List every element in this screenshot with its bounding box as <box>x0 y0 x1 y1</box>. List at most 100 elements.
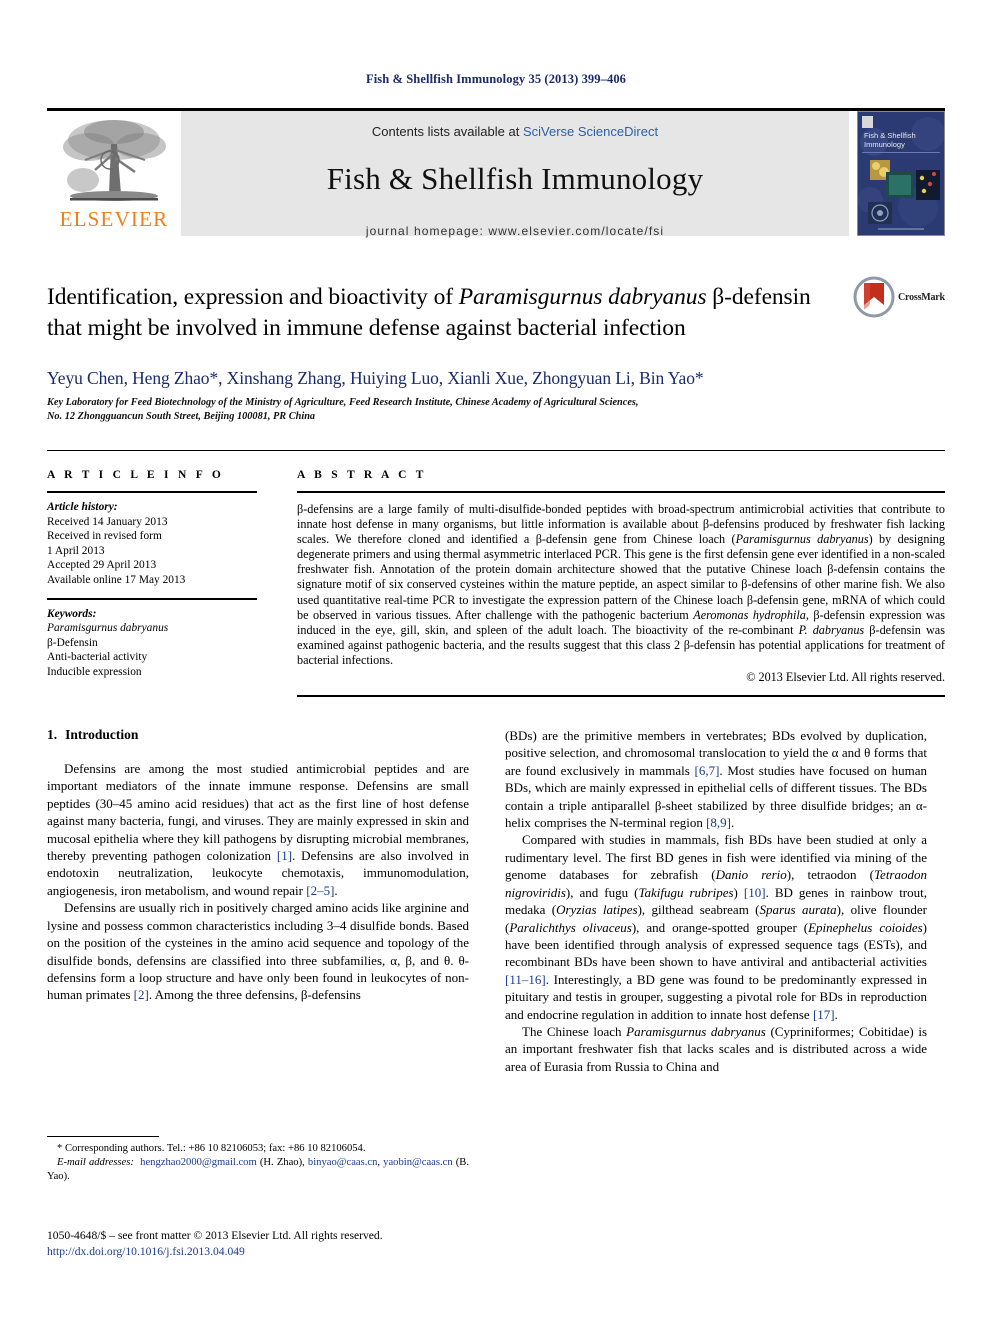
p5-species-1: Paramisgurnus dabryanus <box>626 1023 766 1039</box>
right-column: (BDs) are the primitive members in verte… <box>505 727 927 1075</box>
keywords-label: Keywords: <box>47 607 97 620</box>
title-species: Paramisgurnus dabryanus <box>458 284 707 310</box>
intro-paragraph-5: The Chinese loach Paramisgurnus dabryanu… <box>505 1023 927 1075</box>
running-head: Fish & Shellfish Immunology 35 (2013) 39… <box>365 72 627 86</box>
p4-seg-j: . Interestingly, a BD gene was found to … <box>505 971 927 1022</box>
abstract-rule-bottom <box>297 695 945 698</box>
keyword-item: Anti-bacterial activity <box>47 651 148 664</box>
citation-11-16[interactable]: [11–16] <box>505 972 546 987</box>
email-who-1: (H. Zhao), <box>256 1157 308 1169</box>
citation-10[interactable]: [10] <box>744 885 766 900</box>
p4-species-3: Takifugu rubripes <box>638 884 734 900</box>
abstract-text: β-defensins are a large family of multi-… <box>297 493 945 668</box>
p4-seg-k: . <box>834 1006 838 1022</box>
p1-seg-c: . <box>334 882 338 898</box>
info-abstract-region: A R T I C L E I N F O Article history: R… <box>47 450 945 698</box>
intro-paragraph-2: Defensins are usually rich in positively… <box>47 899 469 1003</box>
issn-block: 1050-4648/$ – see front matter © 2013 El… <box>47 1228 647 1259</box>
svg-text:Fish & Shellfish: Fish & Shellfish <box>864 131 916 140</box>
citation-8-9[interactable]: [8,9] <box>706 815 731 830</box>
email-addresses-label: E-mail addresses: <box>57 1157 134 1169</box>
p4-species-4: Oryzias latipes <box>556 902 638 918</box>
journal-masthead: ELSEVIER Contents lists available at Sci… <box>47 108 945 238</box>
article-history-label: Article history: <box>47 501 118 513</box>
citation-17[interactable]: [17] <box>813 1007 835 1022</box>
crossmark-label: CrossMark <box>898 291 945 303</box>
paper-page: Fish & Shellfish Immunology 35 (2013) 39… <box>0 0 992 1323</box>
article-info-column: A R T I C L E I N F O Article history: R… <box>47 469 297 697</box>
affiliation-line-1: Key Laboratory for Feed Biotechnology of… <box>47 397 639 408</box>
journal-band: Contents lists available at SciVerse Sci… <box>181 111 849 238</box>
affiliation-line-2: No. 12 Zhongguancun South Street, Beijin… <box>47 411 316 422</box>
email-note: E-mail addresses: hengzhao2000@gmail.com… <box>47 1156 469 1184</box>
history-item: Available online 17 May 2013 <box>47 573 186 586</box>
journal-cover-thumbnail: Fish & Shellfish Immunology <box>857 111 945 236</box>
citation-1[interactable]: [1] <box>277 848 292 863</box>
footnote-divider <box>47 1136 159 1137</box>
abstract-heading: A B S T R A C T <box>297 469 427 481</box>
affiliation: Key Laboratory for Feed Biotechnology of… <box>47 396 945 424</box>
journal-homepage[interactable]: journal homepage: www.elsevier.com/locat… <box>181 224 849 238</box>
abstract-copyright: © 2013 Elsevier Ltd. All rights reserved… <box>746 670 945 685</box>
citation-2[interactable]: [2] <box>134 987 149 1002</box>
history-item: Received in revised form <box>47 530 162 543</box>
history-item: 1 April 2013 <box>47 544 105 557</box>
p5-seg-a: The Chinese loach <box>522 1023 627 1039</box>
p2-seg-b: . Among the three defensins, β-defensins <box>148 987 361 1003</box>
section-heading-introduction: 1. Introduction <box>47 727 469 743</box>
email-link-2[interactable]: binyao@caas.cn <box>308 1157 377 1168</box>
abstract-column: A B S T R A C T β-defensins are a large … <box>297 469 945 698</box>
p4-species-6: Paralichthys olivaceus <box>509 919 632 935</box>
keyword-item: β-Defensin <box>47 636 98 649</box>
keyword-item: Paramisgurnus dabryanus <box>47 622 169 635</box>
title-part-1: Identification, expression and bioactivi… <box>47 284 459 310</box>
contents-prefix: Contents lists available at <box>371 124 523 139</box>
keywords-block: Keywords: Paramisgurnus dabryanus β-Defe… <box>47 600 257 690</box>
footnote-zone: * Corresponding authors. Tel.: +86 10 82… <box>47 1136 469 1185</box>
cover-artwork: Fish & Shellfish Immunology <box>858 112 944 235</box>
abstract-species-3: P. dabryanus <box>798 622 865 637</box>
corresponding-author-note: * Corresponding authors. Tel.: +86 10 82… <box>47 1142 469 1156</box>
body-columns: 1. Introduction Defensins are among the m… <box>47 727 945 1075</box>
intro-paragraph-4: Compared with studies in mammals, fish B… <box>505 831 927 1022</box>
p4-seg-c: ), and fugu ( <box>565 884 639 900</box>
p3-seg-c: . <box>731 815 735 831</box>
history-item: Received 14 January 2013 <box>47 515 168 528</box>
section-number: 1. <box>47 727 58 743</box>
page-title: Identification, expression and bioactivi… <box>47 282 837 344</box>
left-column: 1. Introduction Defensins are among the m… <box>47 727 469 1075</box>
abstract-species-1: Paramisgurnus dabryanus <box>735 532 869 547</box>
elsevier-tree-icon <box>63 120 166 201</box>
intro-paragraph-3: (BDs) are the primitive members in verte… <box>505 727 927 831</box>
p4-species-7: Epinephelus coioides <box>808 919 923 935</box>
issn-line: 1050-4648/$ – see front matter © 2013 El… <box>47 1229 383 1242</box>
doi-link[interactable]: http://dx.doi.org/10.1016/j.fsi.2013.04.… <box>47 1244 647 1260</box>
crossmark-icon <box>853 276 895 318</box>
corresponding-author-text: * Corresponding authors. Tel.: +86 10 82… <box>57 1143 366 1154</box>
svg-text:Immunology: Immunology <box>864 140 905 149</box>
article-history: Article history: Received 14 January 201… <box>47 493 257 598</box>
p4-species-5: Sparus aurata <box>759 902 837 918</box>
p4-species-1: Danio rerio <box>715 867 787 883</box>
section-label: Introduction <box>65 727 139 743</box>
title-block: Identification, expression and bioactivi… <box>47 276 945 424</box>
history-item: Accepted 29 April 2013 <box>47 559 157 572</box>
sciencedirect-link[interactable]: SciVerse ScienceDirect <box>523 124 658 139</box>
email-link-1[interactable]: hengzhao2000@gmail.com <box>140 1157 257 1168</box>
p4-seg-h: ), and orange-spotted grouper ( <box>631 919 809 935</box>
intro-paragraph-1: Defensins are among the most studied ant… <box>47 760 469 899</box>
crossmark-badge[interactable]: CrossMark <box>853 274 945 320</box>
contents-available-line: Contents lists available at SciVerse Sci… <box>181 124 849 139</box>
elsevier-logo: ELSEVIER <box>47 111 181 236</box>
elsevier-wordmark: ELSEVIER <box>59 207 169 231</box>
citation-6-7[interactable]: [6,7] <box>695 763 720 778</box>
abstract-species-2: Aeromonas hydrophila <box>693 607 806 622</box>
p4-seg-f: ), gilthead seabream ( <box>637 902 760 918</box>
email-link-3[interactable]: yaobin@caas.cn <box>383 1157 452 1168</box>
journal-title: Fish & Shellfish Immunology <box>326 161 704 196</box>
article-info-heading: A R T I C L E I N F O <box>47 469 225 481</box>
author-list: Yeyu Chen, Heng Zhao*, Xinshang Zhang, H… <box>47 368 704 388</box>
p4-seg-d: ) <box>733 884 744 900</box>
p4-seg-b: ), tetraodon ( <box>786 867 875 883</box>
citation-2-5[interactable]: [2–5] <box>306 883 334 898</box>
